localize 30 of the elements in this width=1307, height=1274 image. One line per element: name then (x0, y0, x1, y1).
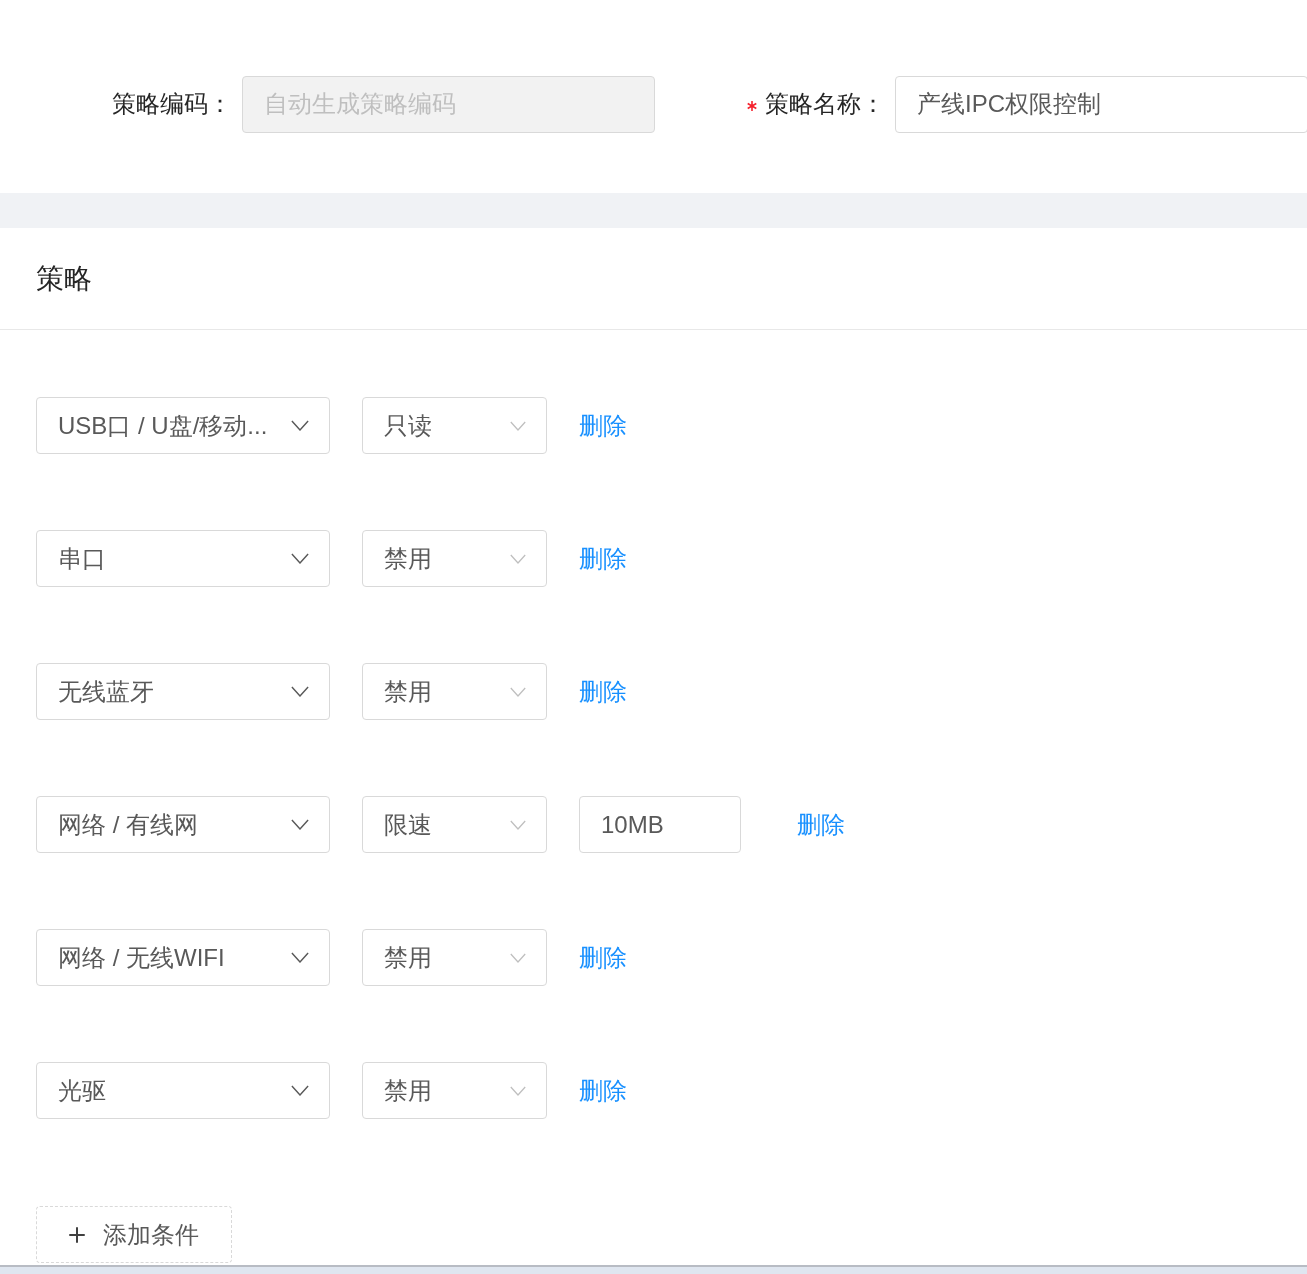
field-label: 策略编码： (112, 89, 232, 119)
chevron-icon (510, 952, 526, 963)
chevron-icon (291, 1085, 309, 1096)
chevron-icon (291, 952, 309, 963)
target-select[interactable]: 串口 (36, 530, 330, 587)
action-select[interactable]: 只读 (362, 397, 547, 454)
action-select[interactable]: 禁用 (362, 929, 547, 986)
limit-input[interactable]: 10MB (579, 796, 741, 853)
chevron-icon (510, 1085, 526, 1096)
chevron-icon (291, 420, 309, 431)
target-select[interactable]: 网络 / 有线网 (36, 796, 330, 853)
target-select[interactable]: 网络 / 无线WIFI (36, 929, 330, 986)
action-select[interactable]: 禁用 (362, 663, 547, 720)
target-select[interactable]: 光驱 (36, 1062, 330, 1119)
section-title: 策略 (36, 261, 92, 296)
chevron-icon (291, 553, 309, 564)
chevron-icon (510, 553, 526, 564)
target-select[interactable]: USB口 / U盘/移动... (36, 397, 330, 454)
chevron-icon (510, 819, 526, 830)
field-label: 策略名称： (765, 89, 885, 119)
action-select[interactable]: 禁用 (362, 530, 547, 587)
action-select[interactable]: 禁用 (362, 1062, 547, 1119)
chevron-icon (291, 686, 309, 697)
chevron-icon (291, 819, 309, 830)
action-select[interactable]: 限速 (362, 796, 547, 853)
target-select[interactable]: 无线蓝牙 (36, 663, 330, 720)
input-field[interactable]: 产线IPC权限控制 (895, 75, 1307, 133)
chevron-icon (510, 420, 526, 431)
chevron-icon (510, 686, 526, 697)
add-condition-button[interactable]: 添加条件 (36, 1206, 232, 1263)
